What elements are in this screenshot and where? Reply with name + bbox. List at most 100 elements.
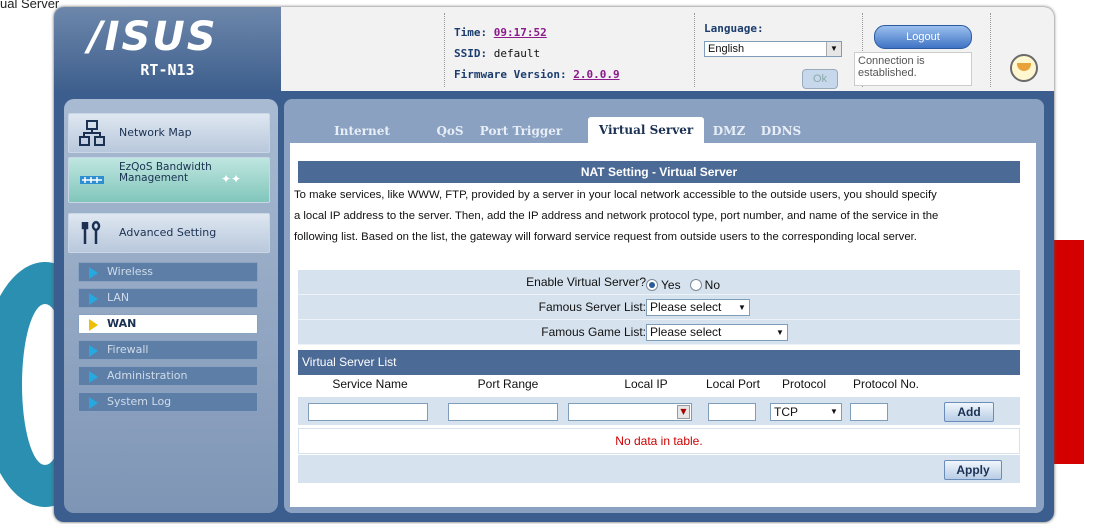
local-port-input[interactable]: [708, 403, 756, 421]
famous-game-value: Please select: [650, 325, 722, 339]
tab-dmz[interactable]: DMZ: [710, 121, 748, 143]
chevron-down-icon: ▼: [773, 325, 787, 340]
yes-label: Yes: [661, 277, 681, 292]
tab-virtual-server[interactable]: Virtual Server: [588, 117, 704, 143]
sidebar-sub-label: Administration: [107, 369, 188, 382]
sidebar-item-ezqos[interactable]: EzQoS Bandwidth Management ✦✦: [68, 157, 270, 203]
model-name: RT-N13: [140, 61, 195, 79]
chevron-down-icon: ▼: [735, 300, 749, 315]
page-title: NAT Setting - Virtual Server: [298, 161, 1020, 183]
ssid-value: default: [493, 47, 541, 60]
sidebar-item-network-map[interactable]: Network Map: [68, 113, 270, 153]
asus-logo: /ISUS: [88, 14, 218, 60]
network-map-icon: [79, 120, 105, 146]
no-label: No: [704, 277, 721, 292]
famous-server-row: Famous Server List: Please select ▼: [298, 295, 1020, 320]
column-header-local-ip: Local IP: [624, 377, 668, 391]
ok-button[interactable]: Ok: [802, 69, 838, 89]
sidebar-sub-item-wan[interactable]: WAN: [78, 314, 258, 334]
sidebar-sub-item-wireless[interactable]: Wireless: [78, 262, 258, 282]
firmware-label: Firmware Version:: [454, 68, 567, 81]
triangle-right-icon: [89, 319, 98, 331]
tab-ddns[interactable]: DDNS: [754, 121, 808, 143]
sidebar-sub-item-firewall[interactable]: Firewall: [78, 340, 258, 360]
famous-server-label: Famous Server List:: [538, 300, 646, 314]
triangle-right-icon: [89, 397, 98, 409]
sidebar-sub-label: System Log: [107, 395, 172, 408]
sidebar-sub-item-administration[interactable]: Administration: [78, 366, 258, 386]
enable-virtual-server-row: Enable Virtual Server? Yes No: [298, 270, 1020, 295]
language-select[interactable]: English ▼: [704, 41, 842, 57]
main-panel: Internet Connection QoS Port Trigger Vir…: [284, 99, 1044, 513]
sidebar-item-advanced-setting[interactable]: Advanced Setting: [68, 213, 270, 253]
add-button[interactable]: Add: [944, 402, 994, 422]
famous-game-row: Famous Game List: Please select ▼: [298, 320, 1020, 345]
ssid-label: SSID:: [454, 47, 488, 60]
sidebar-sub-label: WAN: [107, 317, 137, 330]
sidebar-sub-label: LAN: [107, 291, 130, 304]
column-header-protocol: Protocol: [781, 377, 827, 391]
header-divider: [694, 13, 695, 87]
virtual-server-list-header: Virtual Server List: [298, 350, 1020, 375]
header-divider: [444, 13, 445, 87]
triangle-right-icon: [89, 293, 98, 305]
no-radio[interactable]: [689, 278, 702, 291]
header-divider: [990, 13, 991, 87]
column-header-protocol-no: Protocol No.: [852, 377, 920, 391]
description-line: To make services, like WWW, FTP, provide…: [294, 189, 937, 201]
description: To make services, like WWW, FTP, provide…: [294, 185, 1030, 248]
tab-qos[interactable]: QoS: [432, 121, 468, 143]
firmware-link[interactable]: 2.0.0.9: [573, 68, 619, 81]
chevron-down-icon: ▼: [827, 404, 841, 420]
header: /ISUS RT-N13 Time: 09:17:52 SSID: defaul…: [54, 7, 1054, 91]
tab-bar: Internet Connection QoS Port Trigger Vir…: [284, 117, 1044, 158]
logout-button[interactable]: Logout: [874, 25, 972, 49]
famous-server-select[interactable]: Please select ▼: [646, 299, 750, 316]
famous-game-label: Famous Game List:: [541, 325, 646, 339]
sidebar-sub-item-lan[interactable]: LAN: [78, 288, 258, 308]
tab-port-trigger[interactable]: Port Trigger: [472, 121, 570, 143]
mascot-icon: [1010, 54, 1038, 82]
sidebar-item-label: Network Map: [119, 126, 192, 139]
yes-radio[interactable]: [646, 278, 658, 291]
enable-radio-group: Yes No: [646, 274, 724, 293]
sidebar-sub-item-system-log[interactable]: System Log: [78, 392, 258, 412]
wrench-icon: [81, 220, 101, 244]
bandwidth-icon: [80, 176, 104, 184]
logo-box: /ISUS RT-N13: [54, 7, 281, 91]
protocol-select[interactable]: TCP ▼: [770, 403, 842, 421]
stars-icon: ✦✦: [221, 172, 242, 186]
sidebar-item-label: Advanced Setting: [119, 226, 217, 239]
watermark-letter-m-stem: [1050, 240, 1084, 464]
sidebar: Network Map EzQoS Bandwidth Management ✦…: [64, 99, 278, 513]
background-corner-text: ual Server: [0, 0, 60, 11]
enable-virtual-server-label: Enable Virtual Server?: [526, 275, 646, 289]
column-header-service-name: Service Name: [332, 377, 408, 391]
mascot-face-icon: [1017, 63, 1031, 71]
local-ip-input[interactable]: ▼: [568, 403, 692, 421]
empty-table-message: No data in table.: [298, 428, 1020, 454]
protocol-value: TCP: [774, 405, 798, 419]
column-header-local-port: Local Port: [705, 377, 761, 391]
description-line: following list. Based on the list, the g…: [294, 231, 917, 243]
famous-server-value: Please select: [650, 300, 722, 314]
protocol-no-input[interactable]: [850, 403, 888, 421]
sidebar-item-label: EzQoS Bandwidth Management: [119, 161, 212, 184]
description-line: a local IP address to the server. Then, …: [294, 210, 939, 222]
triangle-right-icon: [89, 267, 98, 279]
apply-button[interactable]: Apply: [944, 460, 1002, 480]
language-label: Language:: [704, 22, 764, 35]
famous-game-select[interactable]: Please select ▼: [646, 324, 788, 341]
router-ui-frame: /ISUS RT-N13 Time: 09:17:52 SSID: defaul…: [54, 7, 1054, 522]
chevron-down-icon[interactable]: ▼: [677, 405, 690, 419]
tab-internet-connection[interactable]: Internet Connection: [294, 121, 430, 158]
triangle-right-icon: [89, 345, 98, 357]
chevron-down-icon: ▼: [826, 42, 841, 56]
service-name-input[interactable]: [308, 403, 428, 421]
time-link[interactable]: 09:17:52: [494, 26, 547, 39]
apply-row: Apply: [298, 455, 1020, 483]
system-info: Time: 09:17:52 SSID: default Firmware Ve…: [454, 22, 620, 85]
port-range-input[interactable]: [448, 403, 558, 421]
new-entry-row: ▼ TCP ▼ Add: [298, 397, 1020, 425]
connection-status: Connection is established.: [854, 52, 972, 86]
